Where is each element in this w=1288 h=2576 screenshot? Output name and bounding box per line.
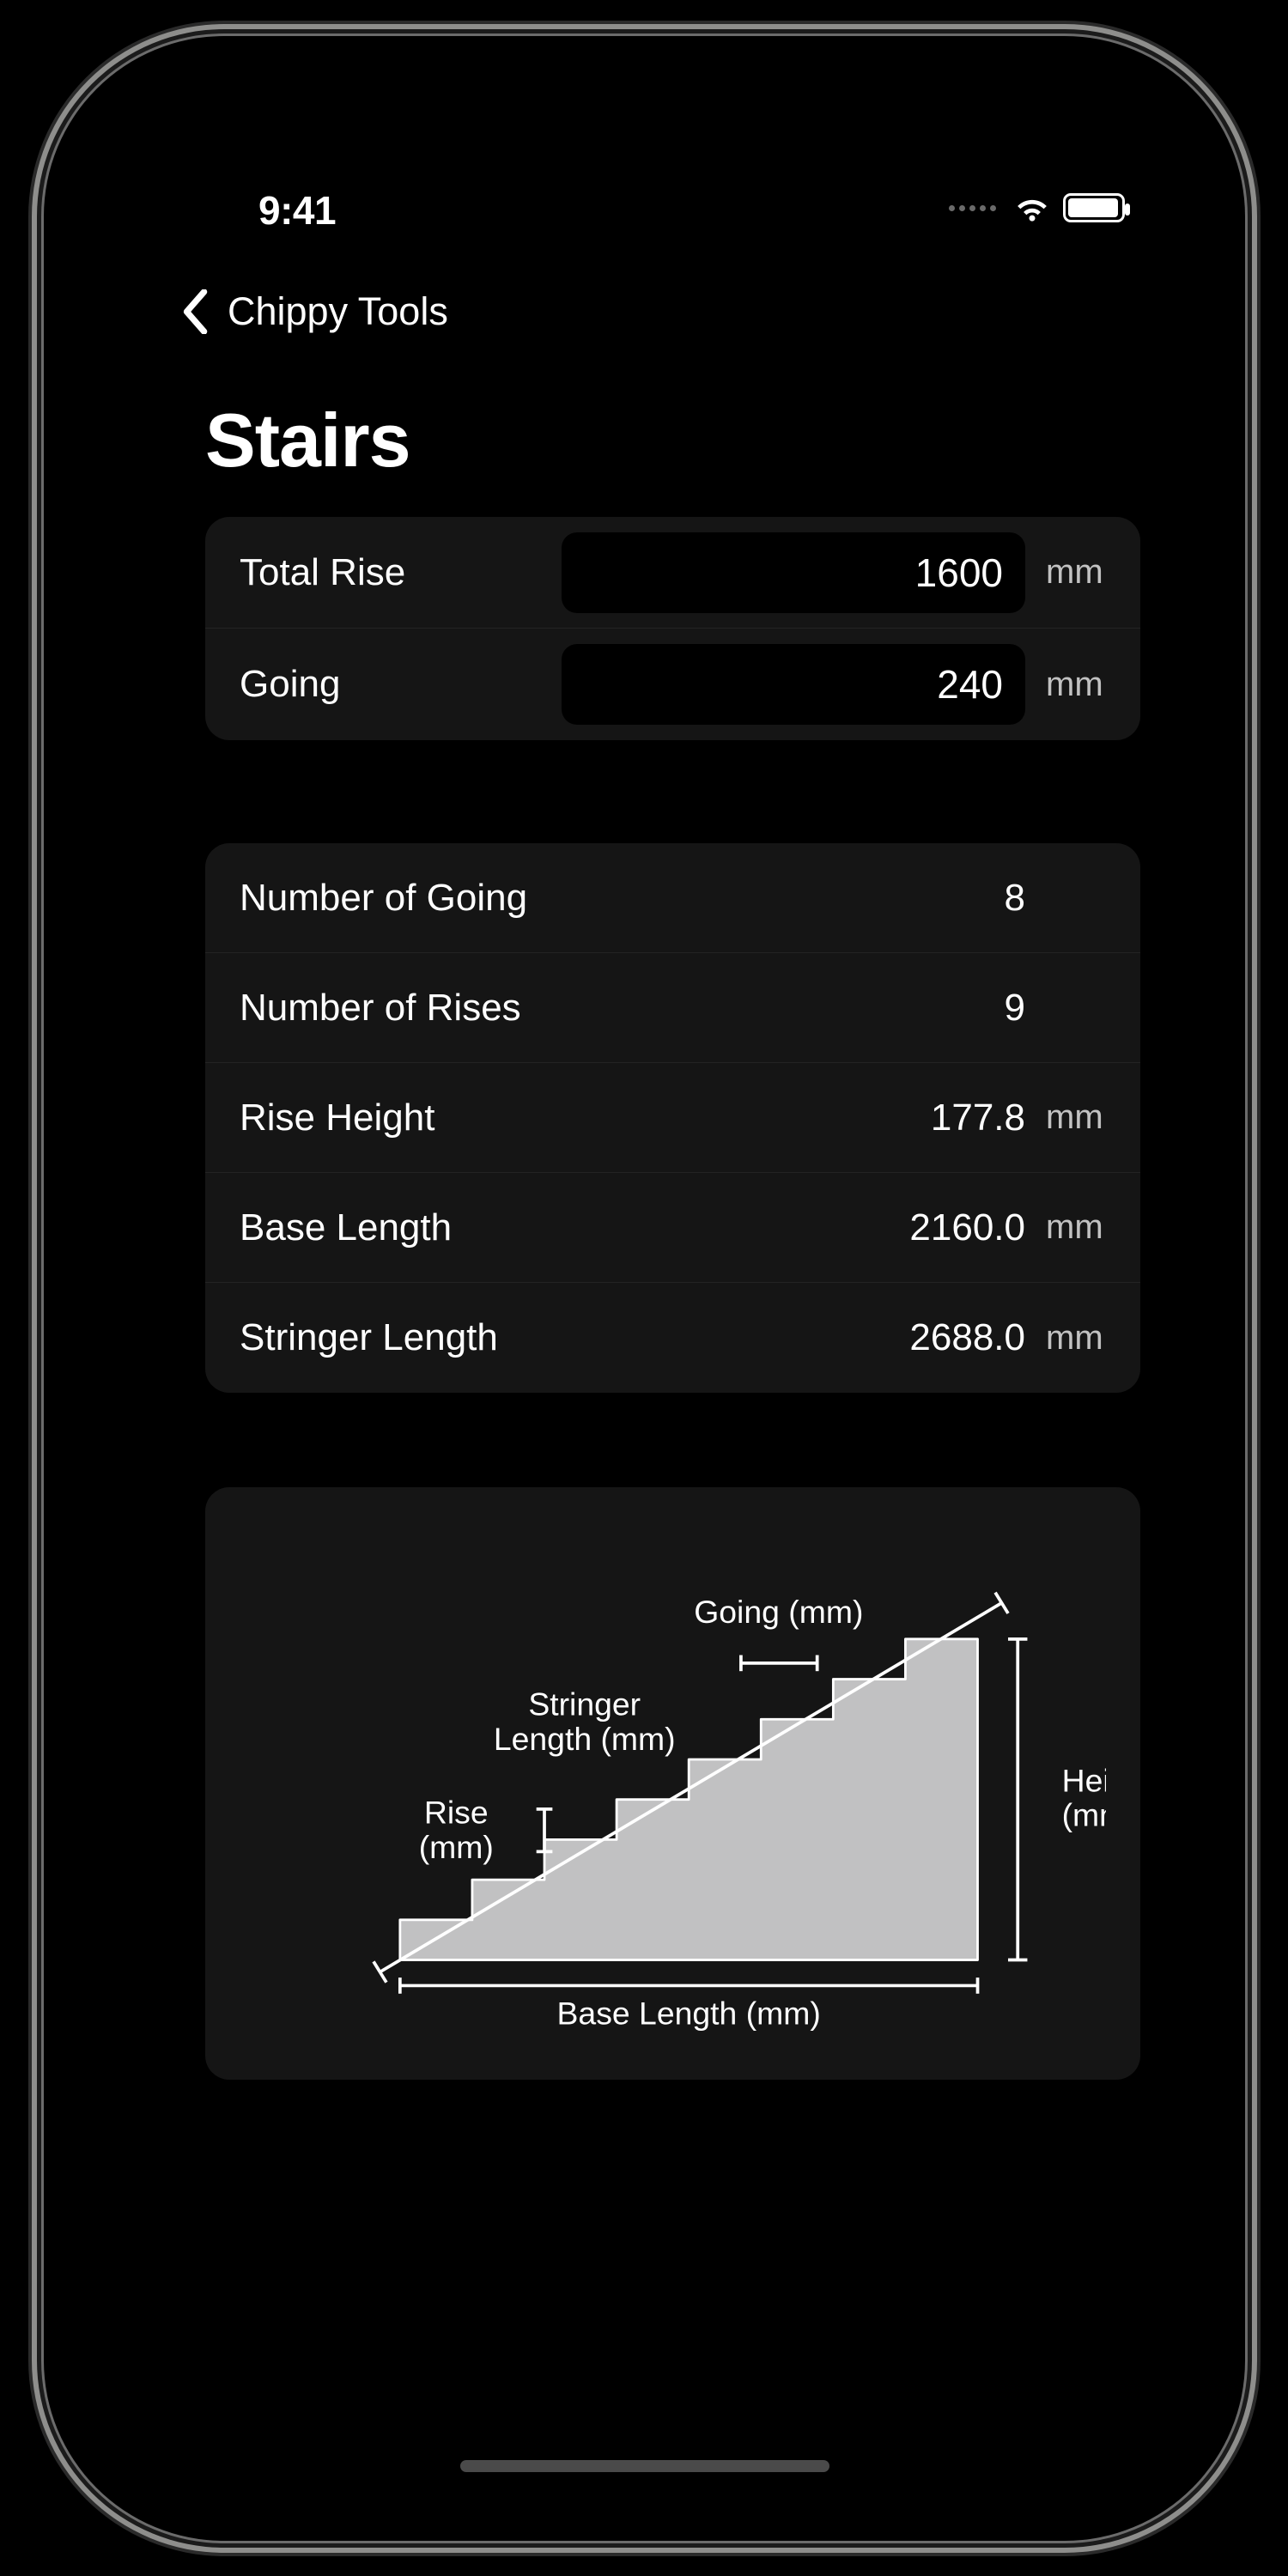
result-label: Number of Rises	[240, 987, 521, 1030]
back-button-label: Chippy Tools	[228, 289, 448, 334]
status-time: 9:41	[258, 187, 336, 234]
result-label: Number of Going	[240, 877, 527, 920]
input-label-total-rise: Total Rise	[240, 551, 405, 594]
result-value: 9	[879, 987, 1025, 1030]
device-side-button	[1248, 687, 1260, 945]
chevron-left-icon	[181, 289, 212, 334]
total-rise-unit: mm	[1046, 553, 1106, 592]
result-value: 2688.0	[879, 1316, 1025, 1359]
device-silent-switch	[28, 481, 40, 562]
result-unit: mm	[1046, 1319, 1106, 1358]
result-row-base-length: Base Length 2160.0 mm	[205, 1173, 1140, 1283]
going-value: 240	[937, 661, 1003, 708]
result-value: 8	[879, 877, 1025, 920]
result-unit: mm	[1046, 1208, 1106, 1247]
result-row-stringer-length: Stringer Length 2688.0 mm	[205, 1283, 1140, 1393]
total-rise-value: 1600	[915, 550, 1003, 596]
back-button[interactable]: Chippy Tools	[181, 289, 448, 334]
app-screen: 9:41 Chippy Tools	[95, 70, 1194, 2506]
diagram-label-rise-2: (mm)	[419, 1829, 494, 1865]
result-unit: mm	[1046, 1098, 1106, 1137]
results-card: Number of Going 8 Number of Rises 9	[205, 843, 1140, 1393]
diagram-label-rise-1: Rise	[424, 1795, 489, 1831]
diagram-label-going: Going (mm)	[694, 1594, 863, 1630]
result-label: Rise Height	[240, 1097, 434, 1139]
total-rise-input[interactable]: 1600	[562, 532, 1025, 613]
result-label: Base Length	[240, 1206, 452, 1249]
page-title: Stairs	[205, 397, 410, 484]
going-unit: mm	[1046, 665, 1106, 704]
input-row-total-rise: Total Rise 1600 mm	[205, 517, 1140, 629]
status-bar: 9:41	[95, 182, 1194, 234]
result-row-number-of-rises: Number of Rises 9	[205, 953, 1140, 1063]
going-input[interactable]: 240	[562, 644, 1025, 725]
diagram-label-stringer-2: Length (mm)	[494, 1721, 676, 1757]
result-value: 2160.0	[879, 1206, 1025, 1249]
result-row-rise-height: Rise Height 177.8 mm	[205, 1063, 1140, 1173]
result-value: 177.8	[879, 1097, 1025, 1139]
battery-icon	[1063, 193, 1125, 222]
device-volume-down	[28, 846, 40, 1009]
diagram-label-stringer-1: Stringer	[528, 1686, 641, 1722]
stairs-diagram: Going (mm) Stringer Length (mm) Rise (mm…	[240, 1513, 1106, 2054]
home-indicator[interactable]	[460, 2460, 829, 2472]
diagram-label-height-1: Height	[1062, 1762, 1106, 1798]
device-volume-up	[28, 635, 40, 799]
diagram-label-height-2: (mm)	[1062, 1797, 1106, 1833]
inputs-card: Total Rise 1600 mm Going 240	[205, 517, 1140, 740]
diagram-card: Going (mm) Stringer Length (mm) Rise (mm…	[205, 1487, 1140, 2080]
device-frame: 9:41 Chippy Tools	[44, 36, 1245, 2541]
cellular-dots-icon	[949, 205, 996, 211]
input-label-going: Going	[240, 663, 340, 706]
result-label: Stringer Length	[240, 1316, 498, 1359]
wifi-icon	[1013, 189, 1051, 227]
input-row-going: Going 240 mm	[205, 629, 1140, 740]
diagram-label-base: Base Length (mm)	[557, 1995, 821, 2031]
result-row-number-of-going: Number of Going 8	[205, 843, 1140, 953]
